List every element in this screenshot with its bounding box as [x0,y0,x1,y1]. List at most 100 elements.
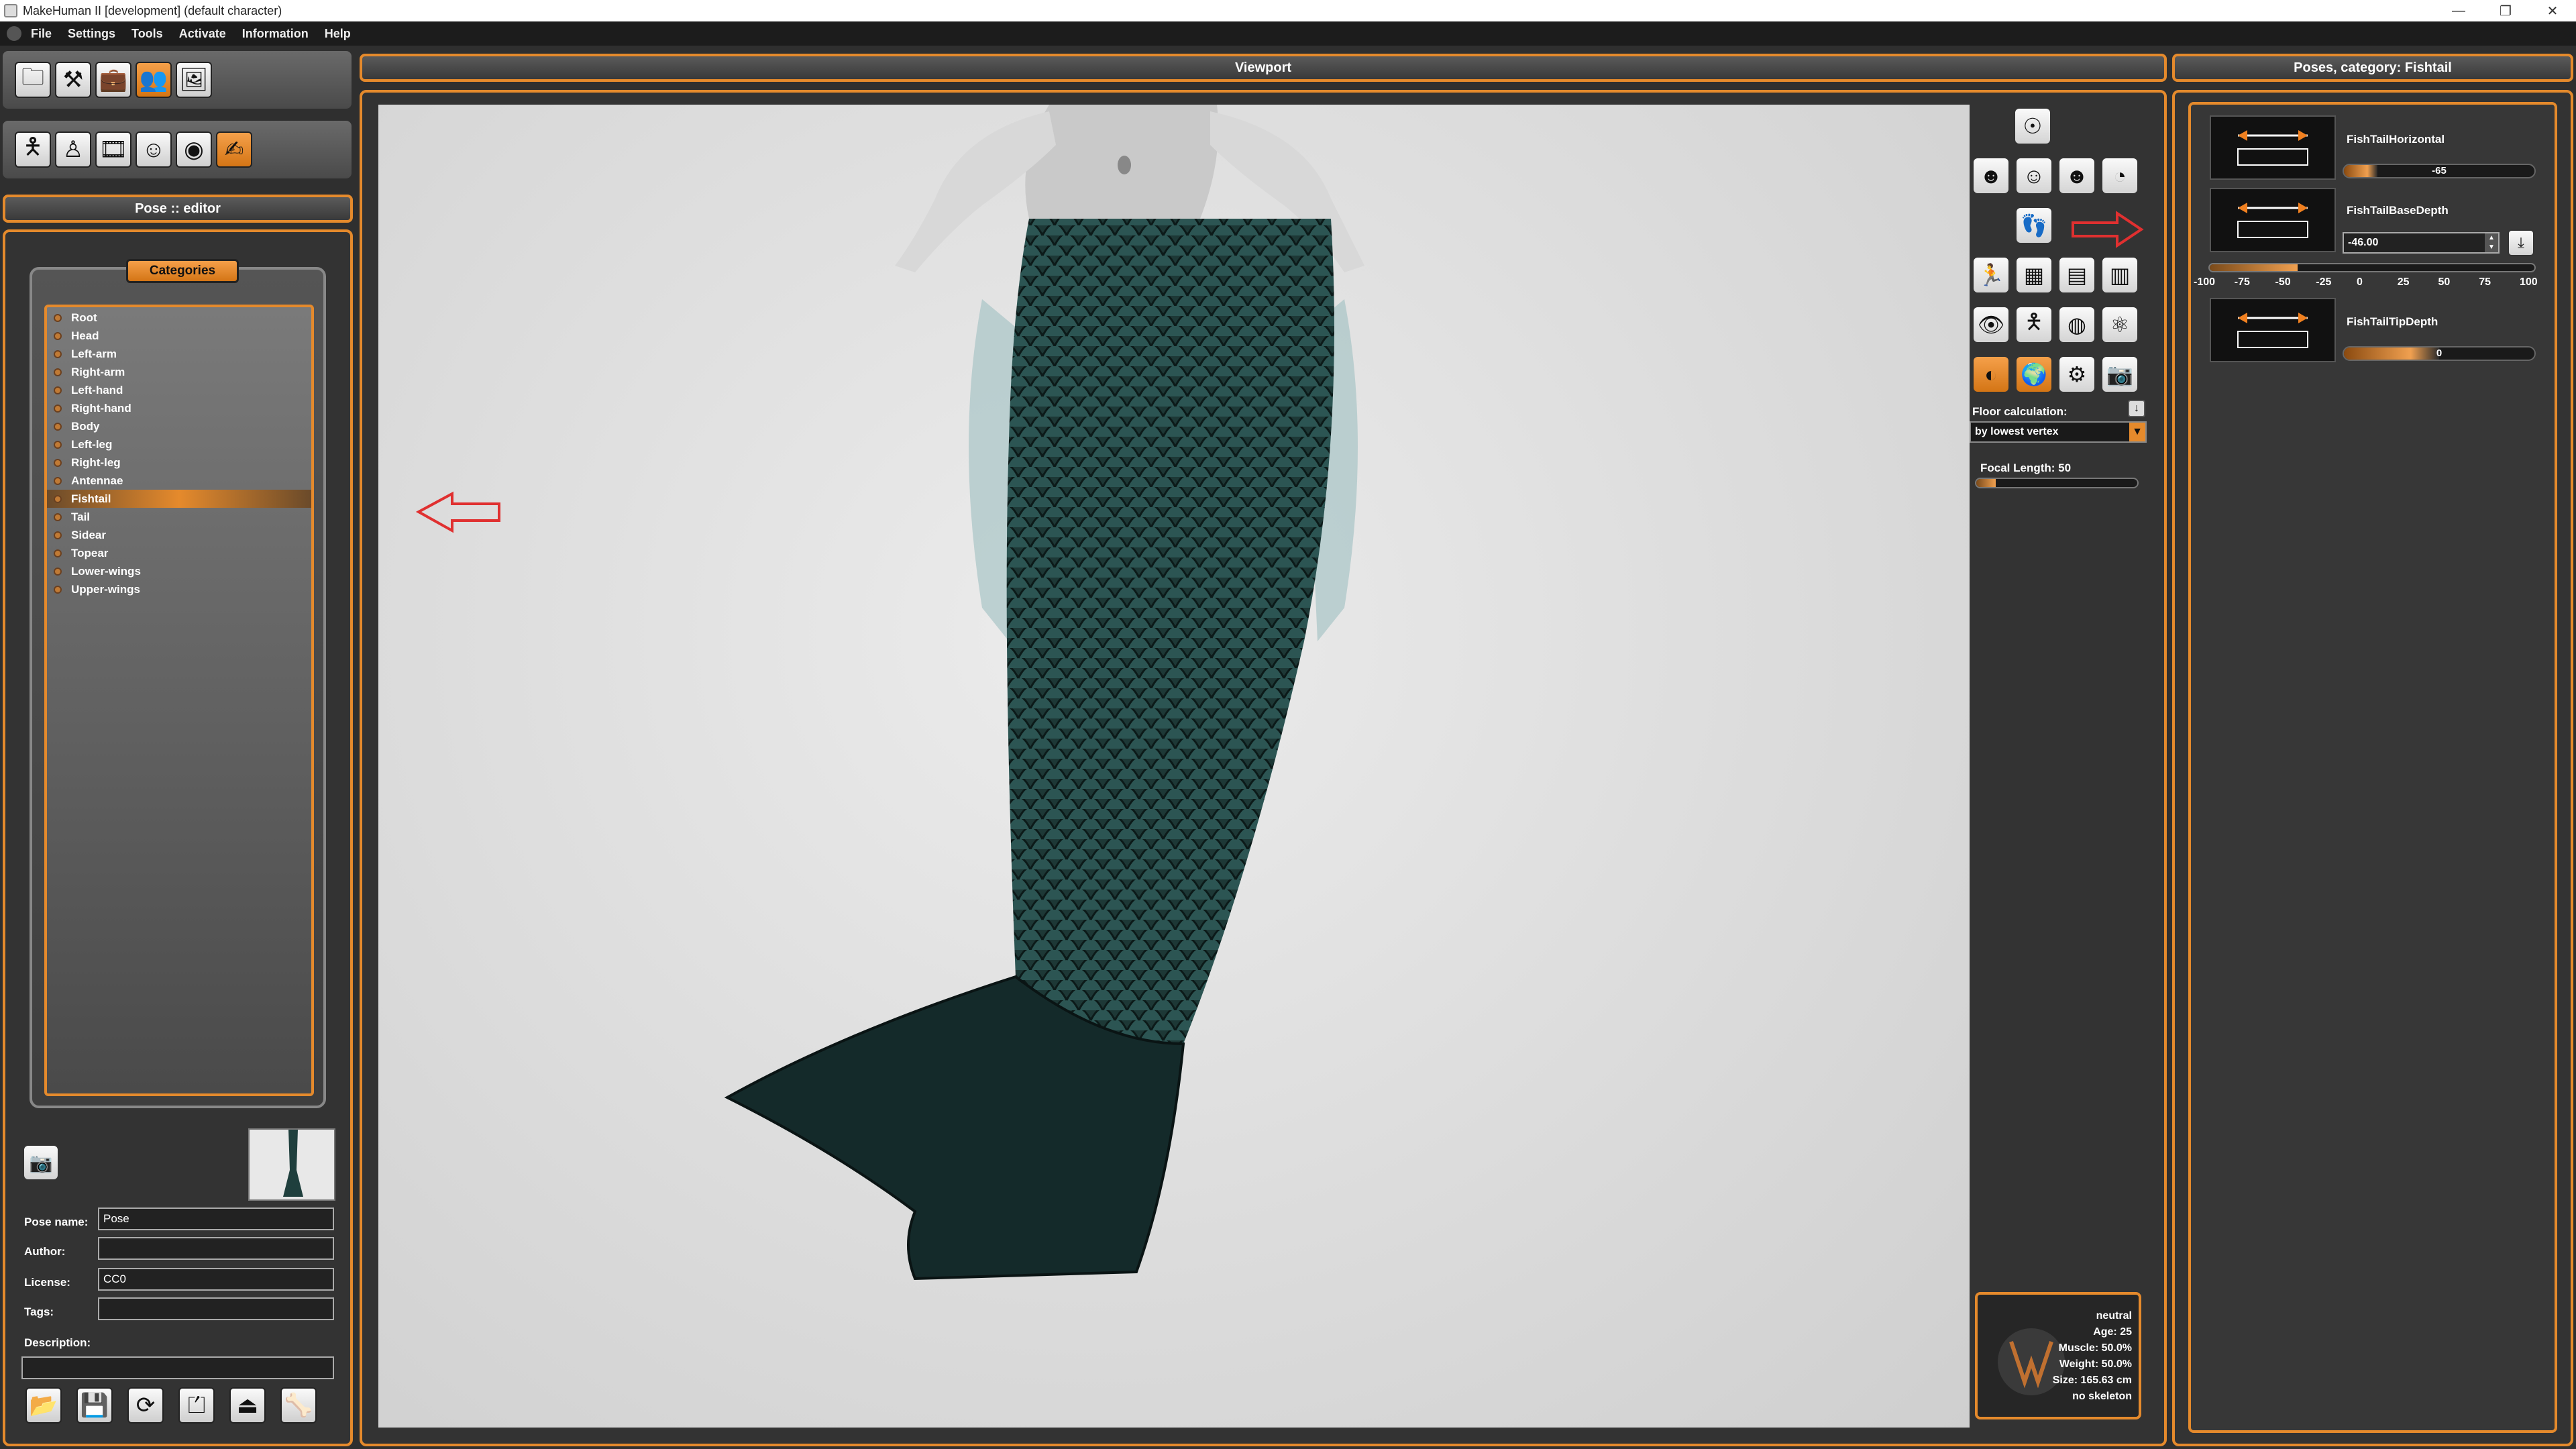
unlock-pose-button[interactable]: ⏏ [229,1387,266,1424]
radio-icon [54,386,62,394]
tags-input[interactable] [98,1297,334,1320]
bone-button[interactable]: 🦴 [280,1387,317,1424]
slider-2-number-input[interactable]: -46.00 ▲ ▼ [2343,232,2500,254]
category-item-fishtail[interactable]: Fishtail [47,490,311,508]
category-item-head[interactable]: Head [47,327,311,345]
menu-tools[interactable]: Tools [131,27,163,41]
category-item-left-leg[interactable]: Left-leg [47,435,311,453]
category-item-topear[interactable]: Topear [47,544,311,562]
snapshot-button[interactable]: 📷 [2101,356,2139,393]
floor-info-button[interactable]: ↓ [2128,400,2145,417]
restore-button[interactable]: ❐ [2482,3,2529,19]
grid-view-button[interactable]: ▦ [2015,256,2053,294]
category-item-right-hand[interactable]: Right-hand [47,399,311,417]
slider-2-reset-button[interactable]: ⤓ [2508,229,2534,256]
minimize-button[interactable]: — [2435,3,2482,19]
category-item-upper-wings[interactable]: Upper-wings [47,580,311,598]
category-label: Left-hand [71,383,123,396]
pose-tab-button[interactable]: 👥 [136,62,172,98]
radio-icon [54,549,62,557]
light-sphere-icon: ◐ [1984,362,1998,386]
skeleton-overlay-button[interactable]: 🯅 [2015,306,2053,343]
mask-icon: ☺ [142,136,166,162]
slider-3-thumbnail [2210,298,2336,362]
files-tab-button[interactable]: 🗀 [15,62,51,98]
bone-icon: 🦴 [284,1393,313,1418]
category-item-right-leg[interactable]: Right-leg [47,453,311,472]
render-settings-button[interactable]: ⚙ [2058,356,2096,393]
view-left-button[interactable]: ☻ [1972,157,2010,195]
wireframe-icon: ◍ [2068,313,2086,337]
reset-pose-button[interactable]: ⟳ [127,1387,164,1424]
license-input[interactable]: CC0 [98,1268,334,1291]
lock-pose-button[interactable]: ⏍ [178,1387,215,1424]
category-item-lower-wings[interactable]: Lower-wings [47,562,311,580]
category-item-sidear[interactable]: Sidear [47,526,311,544]
slider-2-track[interactable] [2208,263,2536,272]
category-item-body[interactable]: Body [47,417,311,435]
figures-icon: 👥 [139,67,168,93]
pose-editor-button[interactable]: ✍ [216,131,252,168]
camera-icon: 📷 [29,1152,53,1173]
modelling-tab-button[interactable]: ⚒ [55,62,91,98]
focal-length-slider[interactable] [1975,478,2139,488]
slider-2-fill [2210,264,2298,271]
category-item-left-arm[interactable]: Left-arm [47,345,311,363]
category-item-root[interactable]: Root [47,309,311,327]
menu-information[interactable]: Information [242,27,309,41]
expression-button[interactable]: ☺ [136,131,172,168]
texture-button[interactable]: ⚛ [2101,306,2139,343]
face-editor-button[interactable]: ◉ [176,131,212,168]
stick-figure-icon: 🏃 [1978,263,2004,287]
screenshot-button[interactable]: 📷 [23,1144,59,1181]
menu-settings[interactable]: Settings [68,27,115,41]
lighting-button[interactable]: ◐ [1972,356,2010,393]
feet-icon: 👣 [2021,213,2047,237]
spinner-arrows-icon[interactable]: ▲ ▼ [2485,233,2498,252]
view-back-button[interactable]: ◔ [2101,157,2139,195]
menu-activate[interactable]: Activate [179,27,226,41]
3d-viewport-canvas[interactable] [378,105,1970,1428]
category-item-antennae[interactable]: Antennae [47,472,311,490]
animation-button[interactable]: 🎞 [95,131,131,168]
category-label: Right-hand [71,401,131,415]
environment-button[interactable]: 🌍 [2015,356,2053,393]
load-pose-button[interactable]: 📂 [25,1387,62,1424]
menu-file[interactable]: File [31,27,52,41]
face-icon: ◉ [184,137,204,162]
slider-3-name: FishTailTipDepth [2347,315,2438,328]
radio-icon [54,368,62,376]
side-grid-button[interactable]: ▤ [2058,256,2096,294]
slider-3-track[interactable]: 0 [2343,346,2536,361]
pose-button[interactable]: ♙ [55,131,91,168]
category-item-right-arm[interactable]: Right-arm [47,363,311,381]
view-right-button[interactable]: ☻ [2058,157,2096,195]
view-front-button[interactable]: ☺ [2015,157,2053,195]
refresh-icon: ⟳ [136,1393,156,1418]
equipment-tab-button[interactable]: 💼 [95,62,131,98]
category-item-left-hand[interactable]: Left-hand [47,381,311,399]
close-button[interactable]: ✕ [2529,3,2576,19]
slider-1-track[interactable]: -65 [2343,164,2536,178]
wireframe-button[interactable]: ◍ [2058,306,2096,343]
pose-name-input[interactable]: Pose [98,1208,334,1230]
camera-icon: 📷 [2106,362,2133,386]
category-item-tail[interactable]: Tail [47,508,311,526]
render-tab-button[interactable]: 🖼 [176,62,212,98]
red-arrow-right-icon [2072,211,2144,248]
floor-calculation-select[interactable]: by lowest vertex ▼ [1970,421,2147,443]
description-input[interactable] [21,1356,334,1379]
menu-help[interactable]: Help [325,27,351,41]
side-grid-icon: ▤ [2066,263,2088,287]
view-bottom-button[interactable]: 👣 [2015,207,2053,244]
slider-1-value: -65 [2432,165,2447,176]
view-center-button[interactable]: ☉ [2014,107,2051,145]
save-pose-button[interactable]: 💾 [76,1387,113,1424]
author-input[interactable] [98,1237,334,1260]
makehuman-logo-icon [7,26,21,41]
floor-grid-button[interactable]: ▥ [2101,256,2139,294]
visibility-button[interactable]: 👁 [1972,306,2010,343]
skeleton-view-button[interactable]: 🏃 [1972,256,2010,294]
categories-list[interactable]: Root Head Left-arm Right-arm Left-hand Right-… [44,305,314,1096]
skeleton-button[interactable]: 🯅 [15,131,51,168]
